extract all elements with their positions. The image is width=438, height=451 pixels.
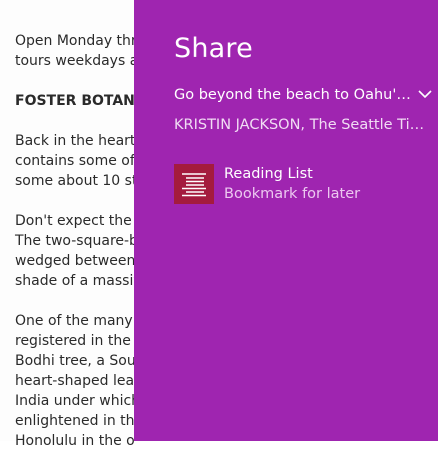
article-line: India under which	[15, 393, 141, 409]
article-line: The two-square-bl	[15, 233, 142, 249]
article-line: Back in the heart o	[15, 133, 149, 149]
shared-item-byline: KRISTIN JACKSON, The Seattle Times,...	[174, 117, 426, 133]
share-target-reading-list[interactable]: Reading List Bookmark for later	[174, 162, 424, 206]
share-title: Share	[174, 33, 253, 64]
article-line: Don't expect the b	[15, 213, 146, 229]
article-line: Honolulu in the o	[15, 433, 135, 449]
article-line: One of the many s	[15, 313, 145, 329]
article-line: heart-shaped leav	[15, 373, 143, 389]
article-line: shade of a massiv	[15, 273, 142, 289]
reading-list-tile[interactable]	[174, 164, 214, 204]
article-line: Open Monday thr	[15, 33, 137, 49]
article-line: wedged between	[15, 253, 136, 269]
article-line: some about 10 sto	[15, 173, 147, 189]
share-target-name[interactable]: Reading List	[224, 164, 313, 184]
shared-item-title[interactable]: Go beyond the beach to Oahu's bo...	[174, 85, 414, 105]
article-line: tours weekdays at	[15, 53, 144, 69]
share-target-description: Bookmark for later	[224, 186, 361, 202]
article-line: Bodhi tree, a Sout	[15, 353, 142, 369]
article-line: registered in the c	[15, 333, 143, 349]
share-pane: Share Go beyond the beach to Oahu's bo..…	[134, 0, 438, 441]
chevron-down-icon[interactable]	[417, 86, 433, 102]
article-section-heading: FOSTER BOTANIC	[15, 93, 151, 109]
article-line: contains some of	[15, 153, 135, 169]
article-line: enlightened in the	[15, 413, 144, 429]
reading-list-icon	[182, 173, 206, 197]
